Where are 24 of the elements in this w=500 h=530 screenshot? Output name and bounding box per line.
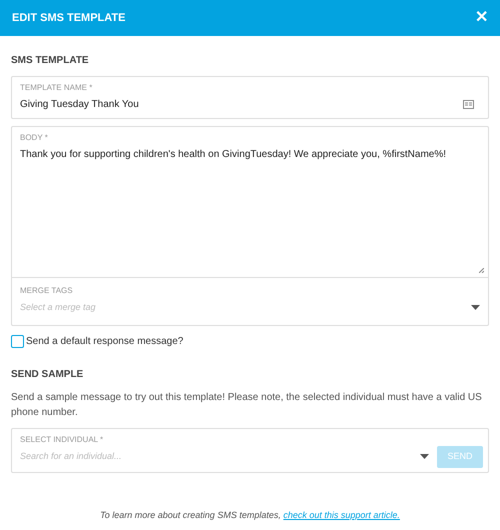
resize-handle-icon bbox=[479, 268, 484, 273]
section-heading: SMS TEMPLATE bbox=[11, 54, 90, 68]
card-icon bbox=[463, 100, 474, 109]
body-field[interactable]: BODY * Thank you for supporting children's health on GivingTuesday! We appreciate you, %firstName%! MERGE TAGS Select a merge tag bbox=[11, 126, 489, 326]
field-label: MERGE TAGS bbox=[20, 285, 74, 297]
dropdown-placeholder: Select a merge tag bbox=[20, 301, 96, 314]
description-text: Send a sample message to try out this template! Please note, the selected individual must have a valid US phone number. bbox=[11, 390, 483, 420]
support-article-link[interactable]: check out this support article. bbox=[283, 510, 400, 520]
field-label: TEMPLATE NAME * bbox=[20, 82, 94, 94]
dropdown-caret-icon bbox=[420, 454, 429, 459]
footer-text: To learn more about creating SMS templates, check out this support article. bbox=[99, 508, 401, 522]
template-name-field[interactable]: TEMPLATE NAME * Giving Tuesday Thank You bbox=[11, 76, 489, 119]
merge-tags-dropdown[interactable]: MERGE TAGS Select a merge tag bbox=[12, 277, 488, 324]
dialog-title: EDIT SMS TEMPLATE bbox=[12, 10, 126, 26]
field-label: SELECT INDIVIDUAL * bbox=[20, 434, 104, 446]
section-heading: SEND SAMPLE bbox=[11, 368, 84, 382]
dropdown-caret-icon bbox=[471, 305, 480, 310]
field-placeholder: Search for an individual... bbox=[20, 450, 123, 463]
checkbox[interactable] bbox=[11, 334, 24, 348]
field-label: BODY * bbox=[20, 132, 49, 144]
field-value: Giving Tuesday Thank You bbox=[20, 98, 139, 112]
checkbox-label: Send a default response message? bbox=[26, 334, 184, 348]
close-button[interactable]: ✕ bbox=[475, 10, 488, 26]
field-value: Thank you for supporting children's health on GivingTuesday! We appreciate you, %firstName%! bbox=[20, 148, 448, 162]
